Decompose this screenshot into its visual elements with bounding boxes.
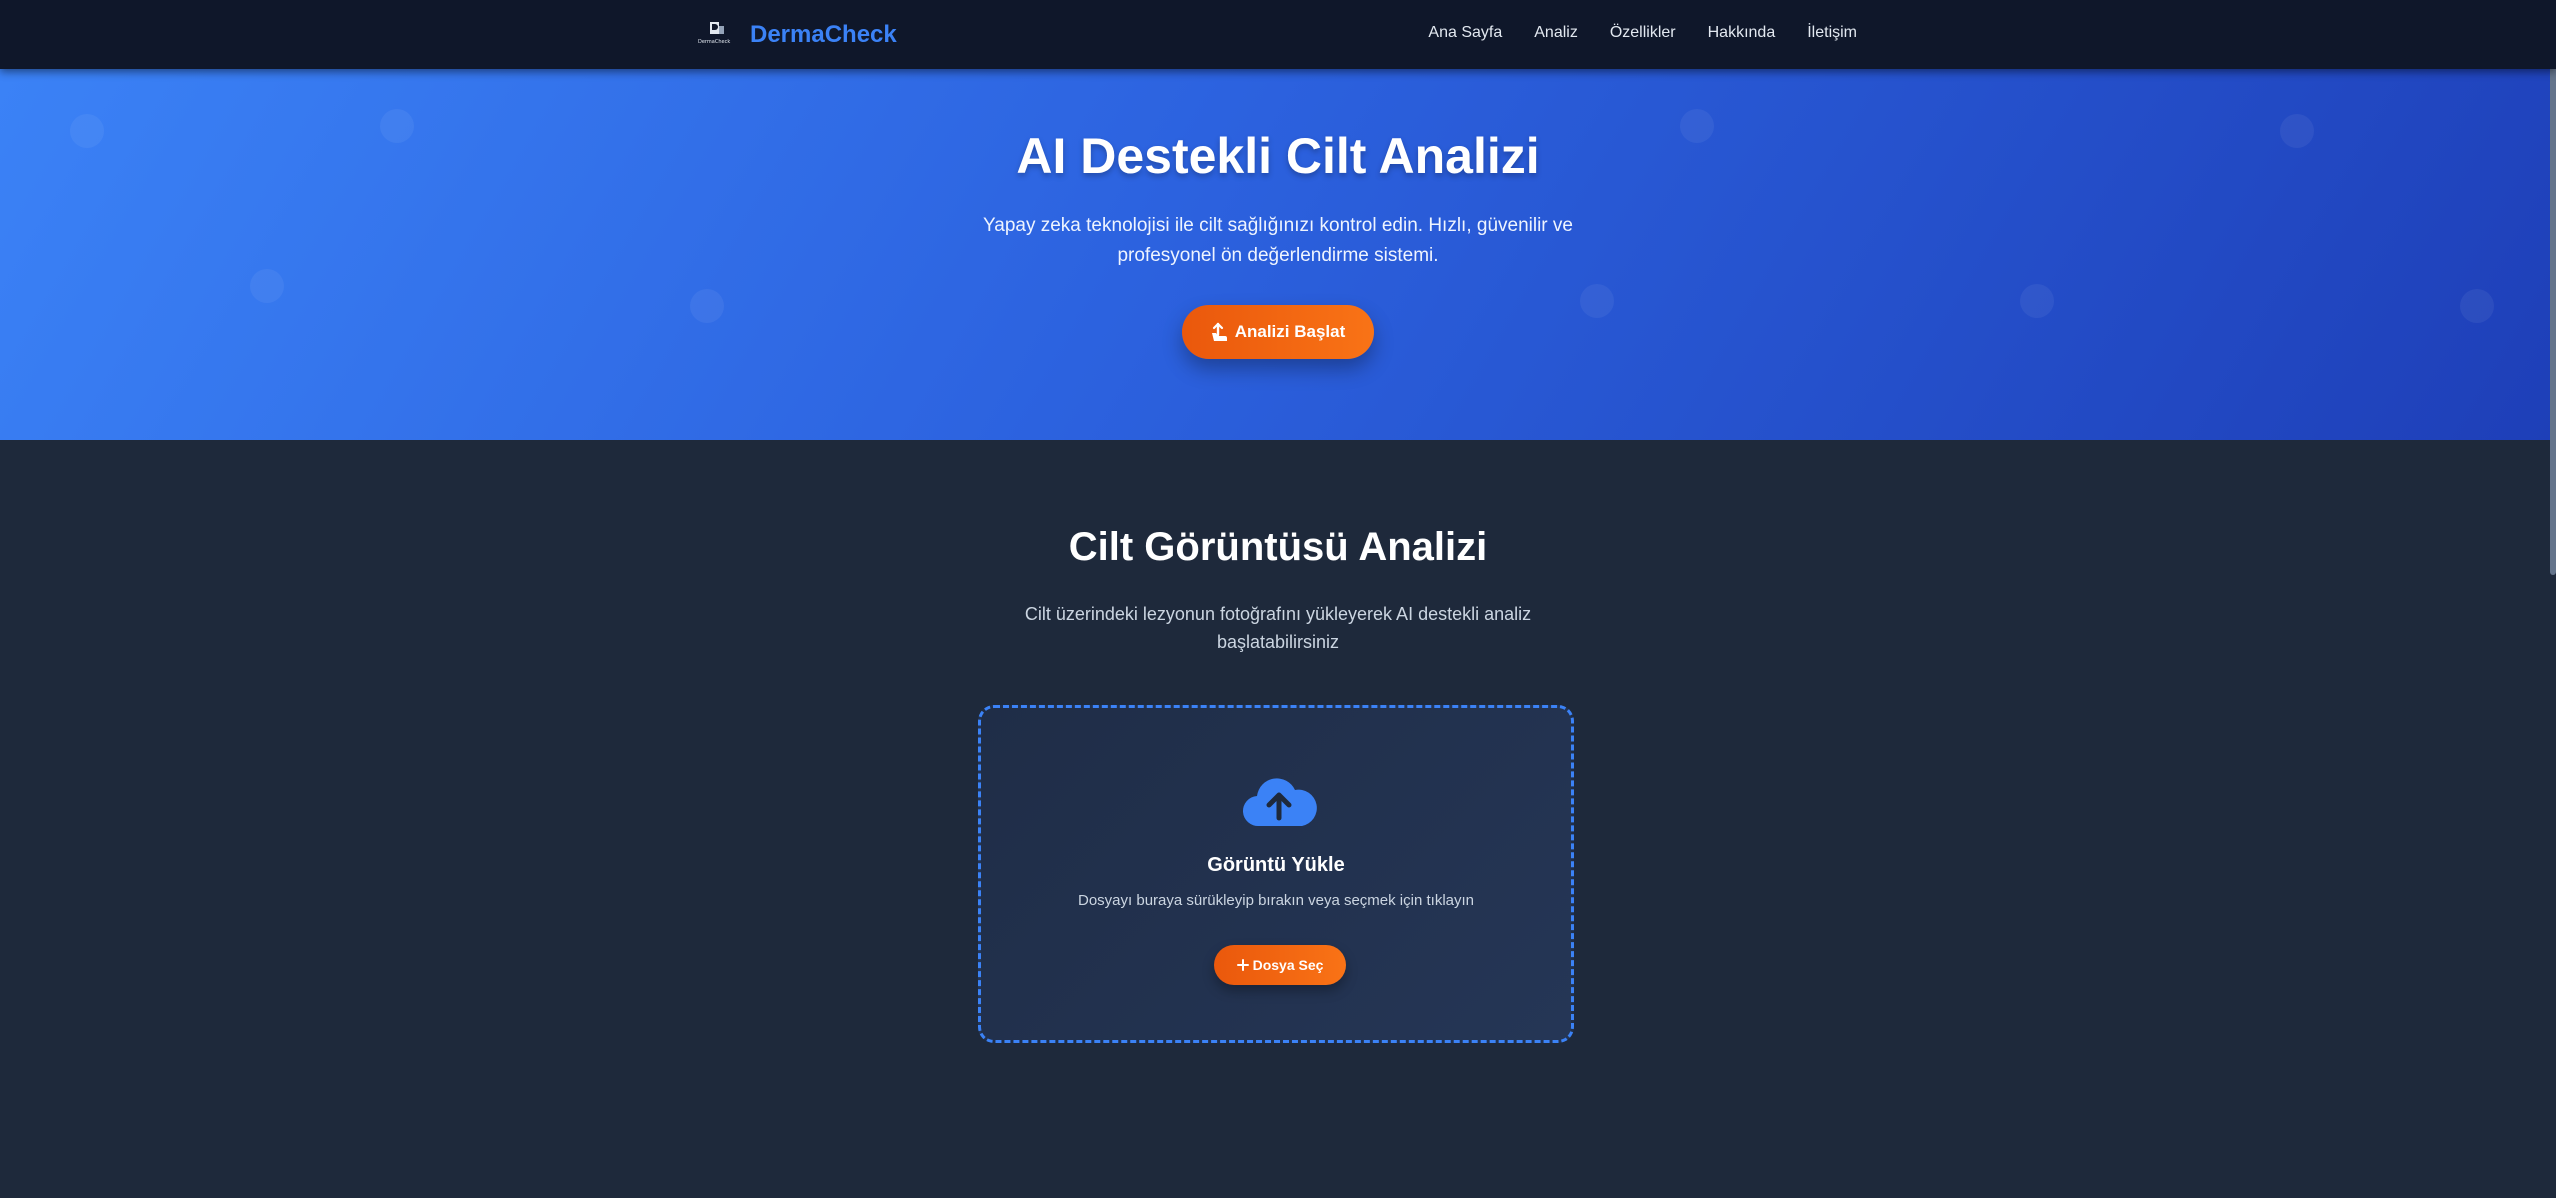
hero-decoration (690, 289, 724, 323)
nav-links: Ana Sayfa Analiz Özellikler Hakkında İle… (1428, 24, 1857, 42)
nav-link-ozellikler[interactable]: Özellikler (1610, 24, 1676, 42)
upload-description: Dosyayı buraya sürükleyip bırakın veya s… (1078, 892, 1474, 909)
brand-name[interactable]: DermaCheck (750, 21, 897, 49)
plus-icon (1236, 959, 1249, 971)
hero-decoration (2020, 284, 2054, 318)
cloud-upload-icon (1242, 778, 1317, 827)
upload-hand-icon (1211, 322, 1227, 341)
choose-file-button[interactable]: Dosya Seç (1214, 945, 1346, 985)
analysis-title: Cilt Görüntüsü Analizi (1068, 525, 1488, 569)
choose-file-label: Dosya Seç (1252, 957, 1324, 973)
hero-decoration (1580, 284, 1614, 318)
hero-title: AI Destekli Cilt Analizi (1016, 128, 1540, 184)
brand[interactable]: DermaCheck DermaCheck (698, 18, 897, 52)
navbar: DermaCheck DermaCheck Ana Sayfa Analiz Ö… (0, 0, 2556, 69)
logo-icon (710, 22, 724, 34)
upload-dropzone[interactable]: Görüntü Yükle Dosyayı buraya sürükleyip … (978, 705, 1574, 1043)
hero-section: AI Destekli Cilt Analizi Yapay zeka tekn… (0, 69, 2556, 440)
nav-link-iletisim[interactable]: İletişim (1807, 24, 1857, 42)
analysis-subtitle: Cilt üzerindeki lezyonun fotoğrafını yük… (1024, 604, 1532, 652)
scrollbar[interactable] (2550, 0, 2556, 1198)
scrollbar-thumb[interactable] (2550, 0, 2556, 575)
nav-link-analiz[interactable]: Analiz (1534, 24, 1578, 42)
hero-decoration (2460, 289, 2494, 323)
hero-subtitle: Yapay zeka teknolojisi ile cilt sağlığın… (983, 215, 1573, 266)
upload-title: Görüntü Yükle (1207, 854, 1345, 876)
logo: DermaCheck (698, 18, 734, 52)
logo-text: DermaCheck (698, 39, 731, 45)
start-analysis-button[interactable]: Analizi Başlat (1182, 305, 1374, 359)
hero-decoration (250, 269, 284, 303)
nav-link-ana-sayfa[interactable]: Ana Sayfa (1428, 24, 1502, 42)
nav-link-hakkinda[interactable]: Hakkında (1708, 24, 1776, 42)
start-analysis-label: Analizi Başlat (1234, 322, 1346, 341)
